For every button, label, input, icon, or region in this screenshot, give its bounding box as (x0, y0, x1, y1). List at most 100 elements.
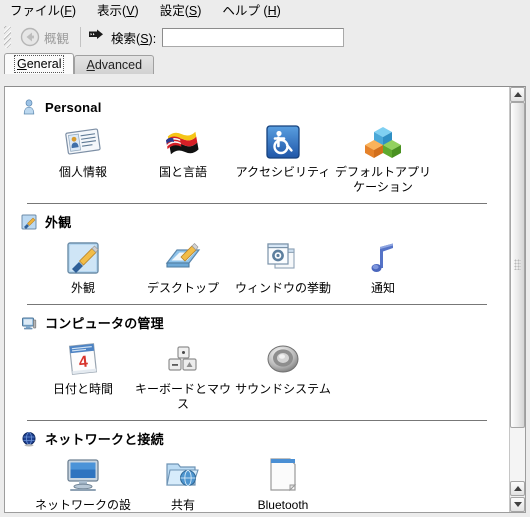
menu-file[interactable]: ファイル(F) (8, 2, 85, 20)
item-keyboard-mouse[interactable]: キーボードとマウス (133, 336, 233, 412)
scrollbar-thumb[interactable] (510, 102, 525, 428)
item-notifications-label: 通知 (370, 281, 395, 295)
item-date-time-label: 日付と時間 (52, 382, 113, 396)
back-button[interactable]: 概観 (14, 24, 75, 50)
section-personal: Personal 個人情報 国と言語 アクセシビリティ デフォルトアプリケーショ… (17, 99, 497, 206)
id-card-icon (62, 121, 104, 163)
notification-note-icon (362, 237, 404, 279)
item-sound-system-label: サウンドシステム (235, 382, 331, 396)
chevron-down-icon (513, 502, 522, 507)
menu-settings-label: 設定 (159, 4, 185, 18)
section-network-header: ネットワークと接続 (21, 429, 497, 448)
chevron-up-icon (513, 92, 522, 97)
tab-advanced-rest: dvanced (94, 58, 143, 72)
flags-icon (162, 121, 204, 163)
item-desktop-label: デスクトップ (146, 281, 219, 295)
search-icon (88, 29, 106, 45)
tab-advanced[interactable]: Advanced (74, 55, 155, 74)
search-label: 検索(S): (111, 31, 157, 46)
item-default-applications[interactable]: デフォルトアプリケーション (333, 119, 433, 195)
desktop-icon (162, 237, 204, 279)
item-personal-info-label: 個人情報 (58, 165, 107, 179)
chevron-up-icon (513, 486, 522, 491)
item-default-applications-label: デフォルトアプリケーション (335, 165, 432, 194)
section-appearance-header: 外観 (21, 212, 497, 231)
speaker-icon (262, 338, 304, 380)
scrollbar-grip-icon (514, 259, 521, 271)
tab-general[interactable]: General (4, 53, 75, 74)
menu-view[interactable]: 表示(V) (95, 2, 148, 20)
item-date-time[interactable]: 4 日付と時間 (33, 336, 133, 397)
item-window-behavior[interactable]: ウィンドウの挙動 (233, 235, 333, 296)
section-computer-administration: コンピュータの管理 4 日付と時間 キーボードとマウス サウンドシステム (17, 313, 497, 423)
menu-view-label: 表示 (97, 4, 123, 18)
scrollbar-track[interactable] (510, 102, 525, 481)
item-notifications[interactable]: 通知 (333, 235, 433, 296)
item-country-language-label: 国と言語 (158, 165, 207, 179)
section-divider (27, 304, 487, 305)
window-behavior-icon (262, 237, 304, 279)
menu-help[interactable]: ヘルプ (H) (220, 2, 289, 20)
keyboard-icon (162, 338, 204, 380)
menu-help-label: ヘルプ (222, 4, 264, 18)
accessibility-icon (262, 121, 304, 163)
section-personal-title: Personal (45, 99, 102, 115)
toolbar-separator (80, 27, 82, 47)
shared-folder-icon (162, 454, 204, 496)
item-personal-info[interactable]: 個人情報 (33, 119, 133, 180)
item-bluetooth[interactable]: Bluetooth (233, 452, 333, 512)
blocks-icon (362, 121, 404, 163)
computer-icon (21, 315, 37, 331)
item-sharing-label: 共有 (170, 498, 195, 512)
scroll-down-button[interactable] (510, 497, 525, 512)
item-sound-system[interactable]: サウンドシステム (233, 336, 333, 397)
tab-general-label: General (13, 55, 65, 73)
tab-general-mnemonic: G (17, 57, 27, 71)
vertical-scrollbar[interactable] (509, 87, 525, 512)
item-desktop[interactable]: デスクトップ (133, 235, 233, 296)
search-input[interactable] (162, 27, 345, 47)
menu-view-mnemonic: V (126, 4, 135, 18)
settings-scroll-area: Personal 個人情報 国と言語 アクセシビリティ デフォルトアプリケーショ… (5, 87, 509, 512)
item-accessibility[interactable]: アクセシビリティ (233, 119, 333, 180)
settings-content-frame: Personal 個人情報 国と言語 アクセシビリティ デフォルトアプリケーショ… (4, 86, 526, 513)
section-appearance-title: 外観 (45, 215, 72, 230)
appearance-icon (62, 237, 104, 279)
calendar-icon: 4 (62, 338, 104, 380)
section-network-items: ネットワークの設定 (17, 452, 497, 512)
item-keyboard-mouse-label: キーボードとマウス (135, 382, 232, 411)
tab-bar: General Advanced (0, 52, 530, 74)
section-computer-administration-title: コンピュータの管理 (45, 316, 164, 331)
item-bluetooth-label: Bluetooth (257, 498, 309, 512)
menu-settings[interactable]: 設定(S) (158, 2, 211, 20)
item-accessibility-label: アクセシビリティ (235, 165, 331, 179)
scroll-up-button-bottom[interactable] (510, 481, 525, 496)
search-label-text: 検索 (111, 31, 137, 46)
menu-settings-mnemonic: S (188, 4, 198, 18)
monitor-network-icon (62, 454, 104, 496)
item-appearance-label: 外観 (70, 281, 95, 295)
globe-icon (21, 431, 37, 447)
tab-general-rest: eneral (26, 57, 62, 71)
section-computer-administration-header: コンピュータの管理 (21, 313, 497, 332)
scroll-up-button-top[interactable] (510, 87, 525, 102)
item-country-language[interactable]: 国と言語 (133, 119, 233, 180)
section-personal-header: Personal (21, 99, 497, 115)
section-network: ネットワークと接続 ネットワークの設 共有 Bluetooth (17, 429, 497, 512)
item-appearance[interactable]: 外観 (33, 235, 133, 296)
section-divider (27, 420, 487, 421)
back-arrow-icon (20, 27, 40, 47)
item-window-behavior-label: ウィンドウの挙動 (235, 281, 332, 295)
section-computer-administration-items: 4 日付と時間 キーボードとマウス サウンドシステム (17, 336, 497, 412)
toolbar: 概観 検索(S): (0, 22, 530, 52)
svg-text:4: 4 (78, 354, 89, 372)
toolbar-drag-handle[interactable] (4, 26, 11, 48)
item-sharing[interactable]: 共有 (133, 452, 233, 512)
menu-file-mnemonic: F (64, 4, 72, 18)
item-network-settings[interactable]: ネットワークの設定 (33, 452, 133, 512)
paintbrush-icon (21, 214, 37, 230)
back-button-label: 概観 (44, 31, 70, 46)
blank-document-icon (262, 454, 304, 496)
tab-advanced-label: Advanced (86, 58, 142, 72)
menu-bar: ファイル(F) 表示(V) 設定(S) ヘルプ (H) (0, 0, 530, 22)
